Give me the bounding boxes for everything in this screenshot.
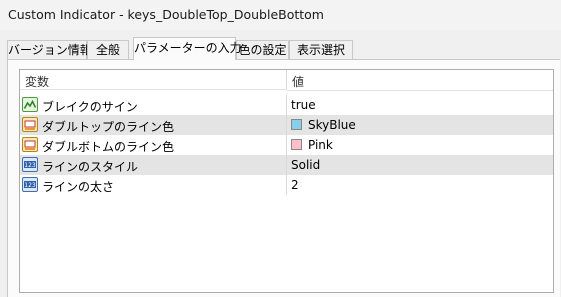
tab-label: 表示選択	[296, 43, 345, 57]
parameter-name: ラインの太さ	[42, 180, 115, 194]
svg-text:123: 123	[24, 182, 36, 189]
parameter-value: true	[291, 98, 316, 112]
parameter-row-line-width[interactable]: 123 ラインの太さ 2	[20, 175, 553, 195]
svg-text:123: 123	[24, 162, 36, 169]
tab-label: 色の設定	[238, 43, 287, 57]
parameter-name-cell: 123 ラインのスタイル	[20, 155, 287, 175]
parameter-value: SkyBlue	[308, 118, 356, 132]
color-icon	[22, 137, 38, 152]
int-icon: 123	[22, 157, 38, 172]
parameter-name: ダブルボトムのライン色	[42, 140, 175, 154]
color-swatch	[291, 139, 302, 150]
column-header-label: 値	[292, 75, 305, 89]
parameter-value-cell[interactable]: 2	[287, 175, 553, 195]
color-icon	[22, 117, 38, 132]
parameter-name-cell: ダブルボトムのライン色	[20, 135, 287, 155]
tab-display-selection[interactable]: 表示選択	[289, 40, 353, 59]
parameter-name: ダブルトップのライン色	[42, 120, 175, 134]
parameter-value-cell[interactable]: Pink	[287, 135, 553, 155]
tab-color-settings[interactable]: 色の設定	[236, 40, 289, 59]
tab-version-info[interactable]: バージョン情報	[7, 40, 92, 59]
parameter-name-cell: ダブルトップのライン色	[20, 115, 287, 135]
column-header-variable[interactable]: 変数	[20, 70, 287, 90]
tab-label: 全般	[95, 43, 120, 57]
parameter-name-cell: ブレイクのサイン	[20, 95, 287, 115]
color-swatch	[291, 119, 302, 130]
parameter-value: 2	[291, 178, 299, 192]
parameter-row-double-bottom-color[interactable]: ダブルボトムのライン色 Pink	[20, 135, 553, 155]
column-header-value[interactable]: 値	[287, 70, 553, 91]
parameter-name: ラインのスタイル	[42, 160, 139, 174]
tab-label: パラメーターの入力	[134, 41, 242, 55]
bool-icon	[22, 97, 38, 112]
parameter-value-cell[interactable]: SkyBlue	[287, 115, 553, 135]
parameter-name-cell: 123 ラインの太さ	[20, 175, 287, 195]
tab-general[interactable]: 全般	[87, 40, 129, 59]
parameter-value-cell[interactable]: Solid	[287, 155, 553, 175]
int-icon: 123	[22, 177, 38, 192]
window-title: Custom Indicator - keys_DoubleTop_Double…	[8, 7, 324, 22]
column-header-label: 変数	[25, 75, 50, 89]
parameter-value: Pink	[308, 138, 333, 152]
tab-label: バージョン情報	[8, 43, 92, 57]
grid-header-row: 変数 値	[20, 70, 553, 91]
parameter-row-break-sign[interactable]: ブレイクのサイン true	[20, 95, 553, 115]
tab-input-parameters[interactable]: パラメーターの入力	[133, 37, 242, 60]
parameter-value-cell[interactable]: true	[287, 95, 553, 115]
title-bar: Custom Indicator - keys_DoubleTop_Double…	[0, 0, 561, 30]
tab-panel: 変数 値 ブレイクのサイン true ダブルトップのライン色 SkyBlue ダ…	[7, 59, 560, 297]
parameter-row-double-top-color[interactable]: ダブルトップのライン色 SkyBlue	[20, 115, 553, 135]
parameter-name: ブレイクのサイン	[42, 100, 138, 114]
parameter-row-line-style[interactable]: 123 ラインのスタイル Solid	[20, 155, 553, 175]
parameters-grid: 変数 値 ブレイクのサイン true ダブルトップのライン色 SkyBlue ダ…	[19, 69, 554, 293]
parameter-value: Solid	[291, 158, 321, 172]
tab-strip: バージョン情報 全般 パラメーターの入力 色の設定 表示選択	[7, 37, 561, 60]
